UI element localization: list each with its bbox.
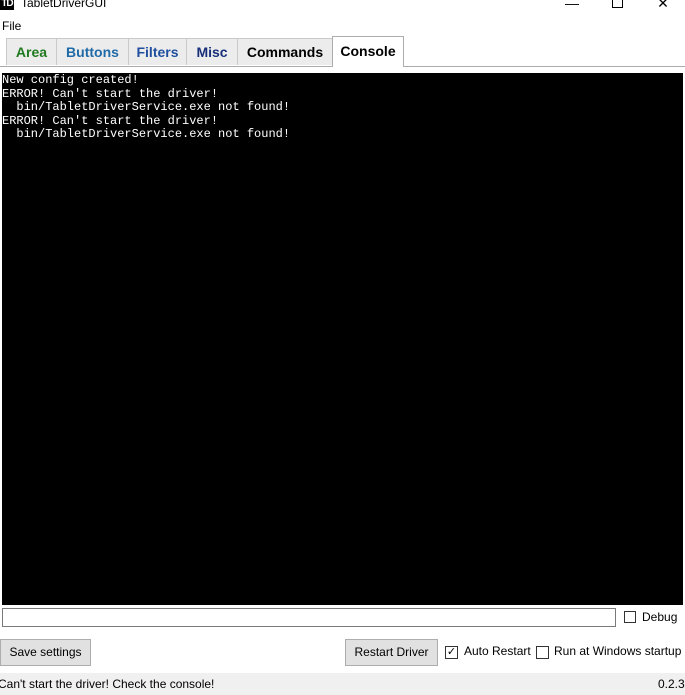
status-message: Can't start the driver! Check the consol… bbox=[0, 677, 215, 691]
version-label: 0.2.3 bbox=[658, 677, 685, 691]
tab-strip: Area Buttons Filters Misc Commands Conso… bbox=[0, 36, 685, 67]
tab-commands[interactable]: Commands bbox=[237, 38, 333, 65]
tab-buttons[interactable]: Buttons bbox=[56, 38, 129, 65]
window-title: TabletDriverGUI bbox=[21, 0, 107, 10]
run-at-startup-checkbox[interactable] bbox=[536, 646, 549, 659]
checkmark-icon: ✓ bbox=[446, 646, 457, 658]
close-button[interactable]: ✕ bbox=[640, 0, 685, 12]
close-icon: ✕ bbox=[657, 0, 669, 11]
save-settings-button[interactable]: Save settings bbox=[0, 639, 91, 666]
auto-restart-checkbox[interactable]: ✓ bbox=[445, 646, 458, 659]
debug-checkbox[interactable] bbox=[624, 611, 636, 623]
auto-restart-label: Auto Restart bbox=[464, 644, 531, 658]
debug-label: Debug bbox=[642, 610, 678, 624]
maximize-icon bbox=[611, 0, 623, 8]
tab-filters[interactable]: Filters bbox=[128, 38, 187, 65]
title-bar: TD TabletDriverGUI — ✕ bbox=[0, 0, 685, 12]
menu-file[interactable]: File bbox=[2, 19, 21, 34]
run-at-startup-label: Run at Windows startup bbox=[554, 644, 682, 658]
tab-area[interactable]: Area bbox=[6, 38, 57, 65]
console-output[interactable]: New config created! ERROR! Can't start t… bbox=[2, 73, 683, 605]
tab-console[interactable]: Console bbox=[332, 36, 404, 67]
minimize-button[interactable]: — bbox=[549, 0, 595, 12]
minimize-icon: — bbox=[565, 0, 579, 11]
tab-misc[interactable]: Misc bbox=[186, 38, 238, 65]
restart-driver-button[interactable]: Restart Driver bbox=[345, 639, 438, 666]
app-icon: TD bbox=[0, 0, 14, 10]
command-input[interactable] bbox=[2, 608, 616, 627]
maximize-button[interactable] bbox=[594, 0, 640, 12]
